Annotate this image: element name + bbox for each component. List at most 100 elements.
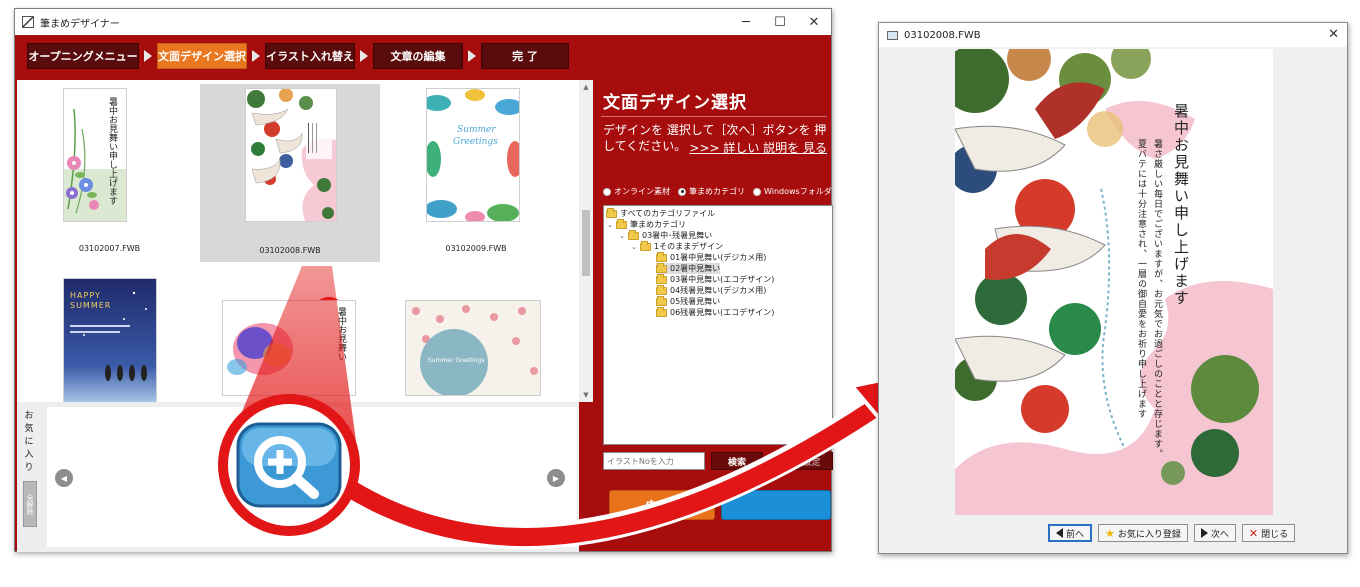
app-icon (22, 16, 34, 28)
chevron-down-icon[interactable]: ⌄ (606, 221, 614, 229)
radio-label: 筆まめカテゴリ (689, 187, 745, 196)
step-illust-replace[interactable]: イラスト入れ替え (265, 43, 355, 69)
thumbnail-image: HAPPY SUMMER (63, 278, 157, 404)
tree-item-label: すべてのカテゴリファイル (620, 209, 716, 218)
tree-item[interactable]: 06残暑見舞い(エコデザイン) (656, 306, 775, 318)
thumbnail-image: Summer Greetings (405, 300, 541, 396)
step-bar: オープニングメニュー 文面デザイン選択 イラスト入れ替え 文章の編集 完 了 (27, 43, 569, 69)
favorites-next-icon[interactable]: ▶ (547, 469, 565, 487)
radio-label: オンライン素材 (614, 187, 670, 196)
folder-icon (616, 218, 627, 229)
radio-label: Windowsフォルダ (764, 187, 832, 196)
step-arrow-icon (144, 50, 152, 62)
step-arrow-icon (360, 50, 368, 62)
detail-link[interactable]: >>> 詳しい 説明を 見る (689, 139, 827, 156)
prev-button[interactable]: 前へ (1048, 524, 1093, 542)
folder-icon (628, 229, 639, 240)
source-radio-group: オンライン素材 筆まめカテゴリ Windowsフォルダ (603, 186, 832, 197)
tree-item-label: 06残暑見舞い(エコデザイン) (670, 308, 775, 317)
tree-item[interactable]: 05残暑見舞い (656, 295, 721, 307)
thumbnail-title: Summer Greetings (428, 357, 485, 364)
folder-icon (640, 240, 651, 251)
maximize-button[interactable]: ☐ (763, 9, 797, 35)
step-text-edit[interactable]: 文章の編集 (373, 43, 463, 69)
thumbnail-greeting-text: 暑中お見舞い (336, 307, 346, 361)
thumbnail-title-line1: Summer (457, 125, 496, 135)
design-select-panel: 文面デザイン選択 デザインを 選択して［次へ］ボタンを 押してください。 >>>… (593, 80, 833, 550)
illust-number-input[interactable] (603, 452, 705, 470)
design-thumbnail-selected[interactable]: ★ 登録 03102008.FWB (200, 84, 380, 331)
arrow-left-icon (1056, 528, 1063, 538)
preview-titlebar: 03102008.FWB ✕ (879, 23, 1347, 47)
scroll-up-icon[interactable]: ▲ (579, 80, 593, 94)
folder-icon (656, 273, 667, 284)
goldfish-greeting-illustration (955, 49, 1273, 515)
scroll-thumb[interactable] (582, 210, 590, 276)
step-design-select[interactable]: 文面デザイン選択 (157, 43, 247, 69)
window-icon (887, 30, 898, 40)
tree-item[interactable]: ⌄ 1そのままデザイン (630, 240, 724, 252)
release-all-button[interactable]: 全解除 (23, 481, 37, 527)
floral-pattern-illustration (412, 305, 538, 395)
chevron-down-icon[interactable]: ⌄ (630, 243, 638, 251)
tree-item-label: 04残暑見舞い(デジカメ用) (670, 286, 767, 295)
reset-button[interactable]: 再設定 (781, 452, 833, 470)
radio-icon (678, 187, 686, 196)
thumbnail-label: 03102009.FWB (445, 244, 507, 253)
chevron-down-icon[interactable]: ⌄ (618, 232, 626, 240)
design-thumbnail[interactable]: 暑中お見舞い申し上げます 03102007.FWB (27, 84, 192, 258)
tree-item[interactable]: ⌄ 03暑中･残暑見舞い (618, 229, 713, 241)
step-opening-menu[interactable]: オープニングメニュー (27, 43, 139, 69)
greeting-line-1: 暑さ厳しい毎日でございますが、お元気でお過ごしのことと存じます。 (1152, 139, 1162, 459)
next-label: 次へ (1210, 529, 1229, 540)
panel-divider (601, 116, 827, 117)
tree-item-label: 03暑中･残暑見舞い (642, 231, 713, 240)
next-preview-button[interactable]: 次へ (1193, 524, 1236, 542)
preview-button-bar: 前へ ★ お気に入り登録 次へ ✕ 閉じる (1048, 524, 1296, 542)
tree-item[interactable]: ⌄ 筆まめカテゴリ (606, 218, 686, 230)
radio-online[interactable]: オンライン素材 (603, 186, 670, 197)
thumbnail-image: 暑中お見舞い (222, 300, 356, 396)
tree-item-label: 01暑中見舞い(デジカメ用) (670, 253, 767, 262)
back-button[interactable]: 戻る (609, 490, 715, 520)
close-preview-button[interactable]: ✕ 閉じる (1241, 524, 1296, 542)
step-arrow-icon (252, 50, 260, 62)
thumbnail-greeting-text: 暑中お見舞い申し上げます (107, 97, 117, 205)
radio-fudemame-category[interactable]: 筆まめカテゴリ (678, 186, 745, 197)
close-button[interactable]: ✕ (797, 9, 831, 35)
scroll-down-icon[interactable]: ▼ (579, 388, 593, 402)
thumbnail-image: 暑中お見舞い申し上げます (63, 88, 127, 222)
tree-item-selected[interactable]: 02暑中見舞い (656, 262, 721, 274)
favorites-prev-icon[interactable]: ◀ (55, 469, 73, 487)
favorite-register-label: お気に入り登録 (1117, 529, 1181, 540)
goldfish-illustration (247, 89, 336, 221)
magnifier-plus-icon (236, 422, 342, 508)
search-button[interactable]: 検索 (711, 452, 763, 470)
design-thumbnail[interactable]: Summer Greetings (391, 270, 561, 402)
window-title: 筆まめデザイナー (40, 18, 120, 30)
next-button[interactable] (721, 490, 831, 520)
tree-item-label: 05残暑見舞い (670, 297, 721, 306)
preview-window: 03102008.FWB ✕ 暑中お見舞い申し上げます 暑さ厳しい毎日でございま… (878, 22, 1348, 554)
design-thumbnail[interactable]: HAPPY SUMMER (27, 270, 192, 404)
thumbnail-label: 03102007.FWB (78, 244, 141, 253)
preview-card: 暑中お見舞い申し上げます 暑さ厳しい毎日でございますが、お元気でお過ごしのことと… (955, 49, 1273, 515)
star-icon: ★ (1105, 526, 1115, 540)
design-thumbnail[interactable]: 暑中お見舞い (200, 270, 380, 402)
tree-item-label: 1そのままデザイン (654, 242, 724, 251)
main-window: 筆まめデザイナー ─ ☐ ✕ オープニングメニュー 文面デザイン選択 イラスト入… (14, 8, 833, 552)
step-complete[interactable]: 完 了 (481, 43, 569, 69)
grid-scrollbar[interactable]: ▲ ▼ (579, 80, 593, 402)
minimize-button[interactable]: ─ (729, 9, 763, 35)
close-label: 閉じる (1261, 529, 1289, 540)
tree-item[interactable]: 04残暑見舞い(デジカメ用) (656, 284, 767, 296)
window-controls: ─ ☐ ✕ (729, 9, 831, 35)
tree-item[interactable]: 01暑中見舞い(デジカメ用) (656, 251, 767, 263)
tree-item[interactable]: 03暑中見舞い(エコデザイン) (656, 273, 774, 285)
tree-item[interactable]: すべてのカテゴリファイル (606, 207, 716, 219)
close-icon[interactable]: ✕ (1328, 27, 1339, 42)
favorite-register-button[interactable]: ★ お気に入り登録 (1098, 524, 1188, 542)
design-thumbnail[interactable]: Summer Greetings 03102009.FWB (391, 84, 561, 258)
folder-icon (656, 262, 667, 273)
radio-windows-folder[interactable]: Windowsフォルダ (753, 186, 832, 197)
